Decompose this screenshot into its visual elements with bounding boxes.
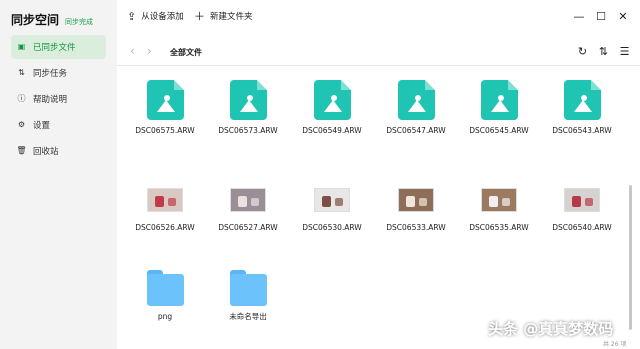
toolbar: ⇪ 从设备添加 ＋ 新建文件夹 — ☐ ✕ <box>117 0 640 34</box>
upload-icon: ⇪ <box>127 9 137 23</box>
file-icon: ▣ <box>17 42 26 51</box>
add-from-device-label: 从设备添加 <box>141 12 184 22</box>
sidebar: 同步空间 同步完成 ▣ 已同步文件 ⇅ 同步任务 ⓘ 帮助说明 ⚙ 设置 🗑 回收站 <box>0 0 117 349</box>
file-name: DSC06535.ARW <box>469 223 529 232</box>
file-name: DSC06526.ARW <box>135 223 195 232</box>
folder-icon <box>146 270 184 306</box>
photo-thumbnail <box>398 188 434 212</box>
file-item[interactable]: DSC06549.ARW <box>297 80 367 136</box>
file-item[interactable]: DSC06533.ARW <box>381 182 451 233</box>
app-title: 同步空间 <box>11 13 60 27</box>
file-item[interactable]: DSC06527.ARW <box>213 182 283 233</box>
file-name: DSC06540.ARW <box>552 223 612 232</box>
sidebar-item-label: 已同步文件 <box>33 43 76 53</box>
trash-icon: 🗑 <box>16 146 27 155</box>
scrollbar[interactable] <box>629 185 632 330</box>
file-name: DSC06575.ARW <box>135 126 195 135</box>
new-folder-button[interactable]: ＋ 新建文件夹 <box>194 9 253 23</box>
refresh-icon[interactable]: ↻ <box>576 45 589 58</box>
image-file-icon <box>146 80 184 120</box>
folder-item[interactable]: png <box>130 270 200 322</box>
new-folder-label: 新建文件夹 <box>210 12 253 22</box>
breadcrumb: 全部文件 <box>170 48 202 57</box>
photo-thumbnail <box>147 188 183 212</box>
sidebar-item-label: 回收站 <box>33 147 59 157</box>
close-icon: ✕ <box>618 9 628 23</box>
file-item[interactable]: DSC06573.ARW <box>213 80 283 136</box>
sidebar-item[interactable]: ⚙ 设置 <box>11 113 106 137</box>
image-file-icon <box>313 80 351 120</box>
file-name: DSC06545.ARW <box>469 126 529 135</box>
file-name: png <box>157 312 173 321</box>
sidebar-item[interactable]: 🗑 回收站 <box>11 139 106 163</box>
file-name: DSC06543.ARW <box>552 126 612 135</box>
watermark: 头条 @真真梦数码 <box>488 320 614 338</box>
folder-icon <box>229 270 267 306</box>
file-item[interactable]: DSC06540.ARW <box>547 182 617 233</box>
info-icon: ⓘ <box>17 94 26 103</box>
sidebar-item-label: 帮助说明 <box>33 95 68 105</box>
minimize-icon: — <box>573 9 585 23</box>
file-item[interactable]: DSC06535.ARW <box>464 182 534 233</box>
item-count: 共 26 项 <box>603 341 627 348</box>
image-file-icon <box>563 80 601 120</box>
file-item[interactable]: DSC06547.ARW <box>381 80 451 136</box>
file-name: 未命名导出 <box>229 312 267 321</box>
image-file-icon <box>229 80 267 120</box>
sidebar-item[interactable]: ⓘ 帮助说明 <box>11 87 106 111</box>
file-item[interactable]: DSC06526.ARW <box>130 182 200 233</box>
sidebar-item-label: 设置 <box>33 121 51 131</box>
file-item[interactable]: DSC06545.ARW <box>464 80 534 136</box>
photo-thumbnail <box>314 188 350 212</box>
sidebar-item[interactable]: ⇅ 同步任务 <box>11 61 106 85</box>
image-file-icon <box>397 80 435 120</box>
app-header: 同步空间 同步完成 <box>11 11 93 28</box>
file-item[interactable]: DSC06530.ARW <box>297 182 367 233</box>
sync-arrows-icon: ⇅ <box>18 68 25 77</box>
sort-icon[interactable]: ⇅ <box>597 45 610 58</box>
image-file-icon <box>480 80 518 120</box>
gear-icon: ⚙ <box>17 120 26 129</box>
minimize-button[interactable]: — <box>572 9 586 23</box>
list-view-icon[interactable]: ☰ <box>618 45 631 58</box>
maximize-icon: ☐ <box>596 9 606 23</box>
file-name: DSC06527.ARW <box>218 223 278 232</box>
path-bar: ‹ › 全部文件 ↻ ⇅ ☰ <box>117 38 640 66</box>
file-item[interactable]: DSC06575.ARW <box>130 80 200 136</box>
close-button[interactable]: ✕ <box>616 9 630 23</box>
forward-arrow-icon[interactable]: › <box>147 44 152 58</box>
maximize-button[interactable]: ☐ <box>594 9 608 23</box>
sidebar-item-label: 同步任务 <box>33 69 68 79</box>
file-item[interactable]: DSC06543.ARW <box>547 80 617 136</box>
sync-status-badge: 同步完成 <box>65 18 94 26</box>
sidebar-item[interactable]: ▣ 已同步文件 <box>11 35 106 59</box>
file-name: DSC06533.ARW <box>386 223 446 232</box>
photo-thumbnail <box>230 188 266 212</box>
add-from-device-button[interactable]: ⇪ 从设备添加 <box>127 9 184 23</box>
photo-thumbnail <box>481 188 517 212</box>
sidebar-nav: ▣ 已同步文件 ⇅ 同步任务 ⓘ 帮助说明 ⚙ 设置 🗑 回收站 <box>0 35 117 165</box>
folder-item[interactable]: 未命名导出 <box>213 270 283 322</box>
back-arrow-icon[interactable]: ‹ <box>130 44 135 58</box>
file-name: DSC06549.ARW <box>302 126 362 135</box>
file-name: DSC06573.ARW <box>218 126 278 135</box>
file-name: DSC06530.ARW <box>302 223 362 232</box>
plus-icon: ＋ <box>194 9 205 23</box>
file-name: DSC06547.ARW <box>386 126 446 135</box>
photo-thumbnail <box>564 188 600 212</box>
